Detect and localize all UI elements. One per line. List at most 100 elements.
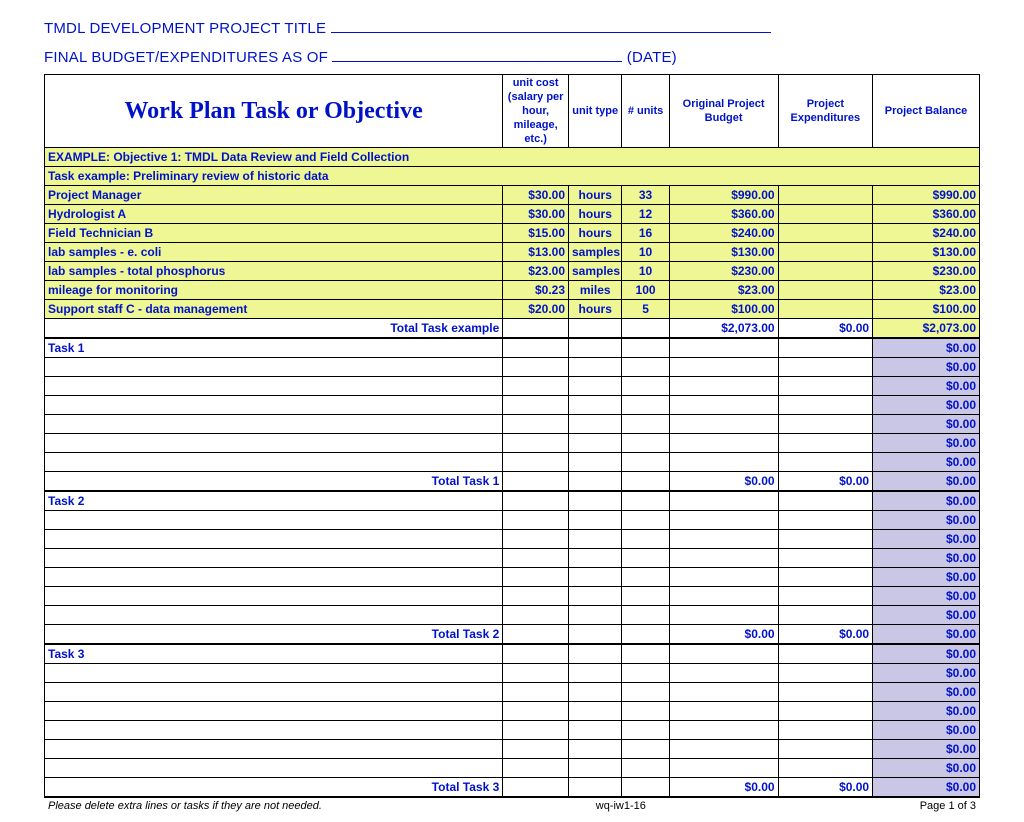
- footer-note: Please delete extra lines or tasks if th…: [48, 800, 322, 812]
- blank: [569, 702, 622, 721]
- row-label: lab samples - total phosphorus: [45, 262, 503, 281]
- task-total-label: Total Task 2: [45, 625, 503, 645]
- blank: [503, 358, 569, 377]
- blank: [622, 377, 669, 396]
- blank: [622, 472, 669, 492]
- row-cost: $13.00: [503, 243, 569, 262]
- task-label: Task 3: [45, 644, 503, 664]
- example-row: Project Manager$30.00hours33$990.00$990.…: [45, 186, 980, 205]
- col-units: # units: [622, 75, 669, 148]
- row-units: 100: [622, 281, 669, 300]
- blank: [569, 472, 622, 492]
- blank: [669, 415, 778, 434]
- blank: [778, 549, 873, 568]
- blank: [778, 664, 873, 683]
- row-cost: $23.00: [503, 262, 569, 281]
- blank: [622, 644, 669, 664]
- blank: [503, 778, 569, 798]
- blank: [503, 338, 569, 358]
- row-bal: $23.00: [873, 281, 980, 300]
- blank: [778, 415, 873, 434]
- blank: [622, 568, 669, 587]
- task-bal: $0.00: [873, 491, 980, 511]
- blank-row: $0.00: [45, 549, 980, 568]
- example-row: Field Technician B$15.00hours16$240.00$2…: [45, 224, 980, 243]
- example-row: mileage for monitoring$0.23miles100$23.0…: [45, 281, 980, 300]
- blank: [45, 759, 503, 778]
- row-cost: $30.00: [503, 205, 569, 224]
- task-total-label: Total Task 1: [45, 472, 503, 492]
- task-label-row: Task 3$0.00: [45, 644, 980, 664]
- blank: [622, 358, 669, 377]
- blank: [669, 396, 778, 415]
- row-units: 12: [622, 205, 669, 224]
- blank: [622, 338, 669, 358]
- blank: [622, 778, 669, 798]
- blank: [778, 358, 873, 377]
- row-budget: $130.00: [669, 243, 778, 262]
- blank: [45, 721, 503, 740]
- footer-id: wq-iw1-16: [596, 800, 646, 812]
- blank: [669, 358, 778, 377]
- task-label-row: Task 2$0.00: [45, 491, 980, 511]
- blank: [778, 530, 873, 549]
- blank: [45, 664, 503, 683]
- row-exp: [778, 281, 873, 300]
- blank: [503, 549, 569, 568]
- budget-table: Work Plan Task or Objective unit cost (s…: [44, 74, 980, 798]
- blank: [503, 319, 569, 339]
- task-total-exp: $0.00: [778, 472, 873, 492]
- blank-row: $0.00: [45, 721, 980, 740]
- task-total-bal: $0.00: [873, 472, 980, 492]
- row-type: hours: [569, 300, 622, 319]
- task-total-bal: $0.00: [873, 625, 980, 645]
- task-total-budget: $0.00: [669, 625, 778, 645]
- blank: [669, 606, 778, 625]
- blank: [569, 358, 622, 377]
- col-unit-type: unit type: [569, 75, 622, 148]
- blank: [503, 587, 569, 606]
- row-exp: [778, 224, 873, 243]
- blank: [669, 568, 778, 587]
- row-label: Hydrologist A: [45, 205, 503, 224]
- blank-bal: $0.00: [873, 740, 980, 759]
- blank-bal: $0.00: [873, 530, 980, 549]
- task-total-budget: $0.00: [669, 778, 778, 798]
- blank: [622, 319, 669, 339]
- blank: [569, 396, 622, 415]
- blank: [45, 568, 503, 587]
- total-label: Total Task example: [45, 319, 503, 339]
- blank: [569, 319, 622, 339]
- blank: [503, 740, 569, 759]
- row-bal: $100.00: [873, 300, 980, 319]
- col-orig-budget: Original Project Budget: [669, 75, 778, 148]
- blank-row: $0.00: [45, 415, 980, 434]
- example-row: lab samples - total phosphorus$23.00samp…: [45, 262, 980, 281]
- blank: [622, 664, 669, 683]
- row-units: 10: [622, 243, 669, 262]
- row-units: 16: [622, 224, 669, 243]
- row-exp: [778, 186, 873, 205]
- blank: [778, 377, 873, 396]
- blank: [778, 702, 873, 721]
- example-total-row: Total Task example$2,073.00$0.00$2,073.0…: [45, 319, 980, 339]
- blank: [778, 587, 873, 606]
- blank: [569, 740, 622, 759]
- blank-row: $0.00: [45, 453, 980, 472]
- blank: [503, 759, 569, 778]
- example-header-2: Task example: Preliminary review of hist…: [45, 167, 980, 186]
- task-total-bal: $0.00: [873, 778, 980, 798]
- blank: [569, 606, 622, 625]
- blank: [45, 511, 503, 530]
- blank: [622, 721, 669, 740]
- blank: [503, 472, 569, 492]
- blank: [778, 740, 873, 759]
- blank-row: $0.00: [45, 396, 980, 415]
- task-total-label: Total Task 3: [45, 778, 503, 798]
- blank-bal: $0.00: [873, 683, 980, 702]
- blank: [503, 434, 569, 453]
- blank: [669, 377, 778, 396]
- blank: [503, 491, 569, 511]
- date-underline: [332, 47, 622, 62]
- budget-line: FINAL BUDGET/EXPENDITURES AS OF (DATE): [44, 47, 980, 66]
